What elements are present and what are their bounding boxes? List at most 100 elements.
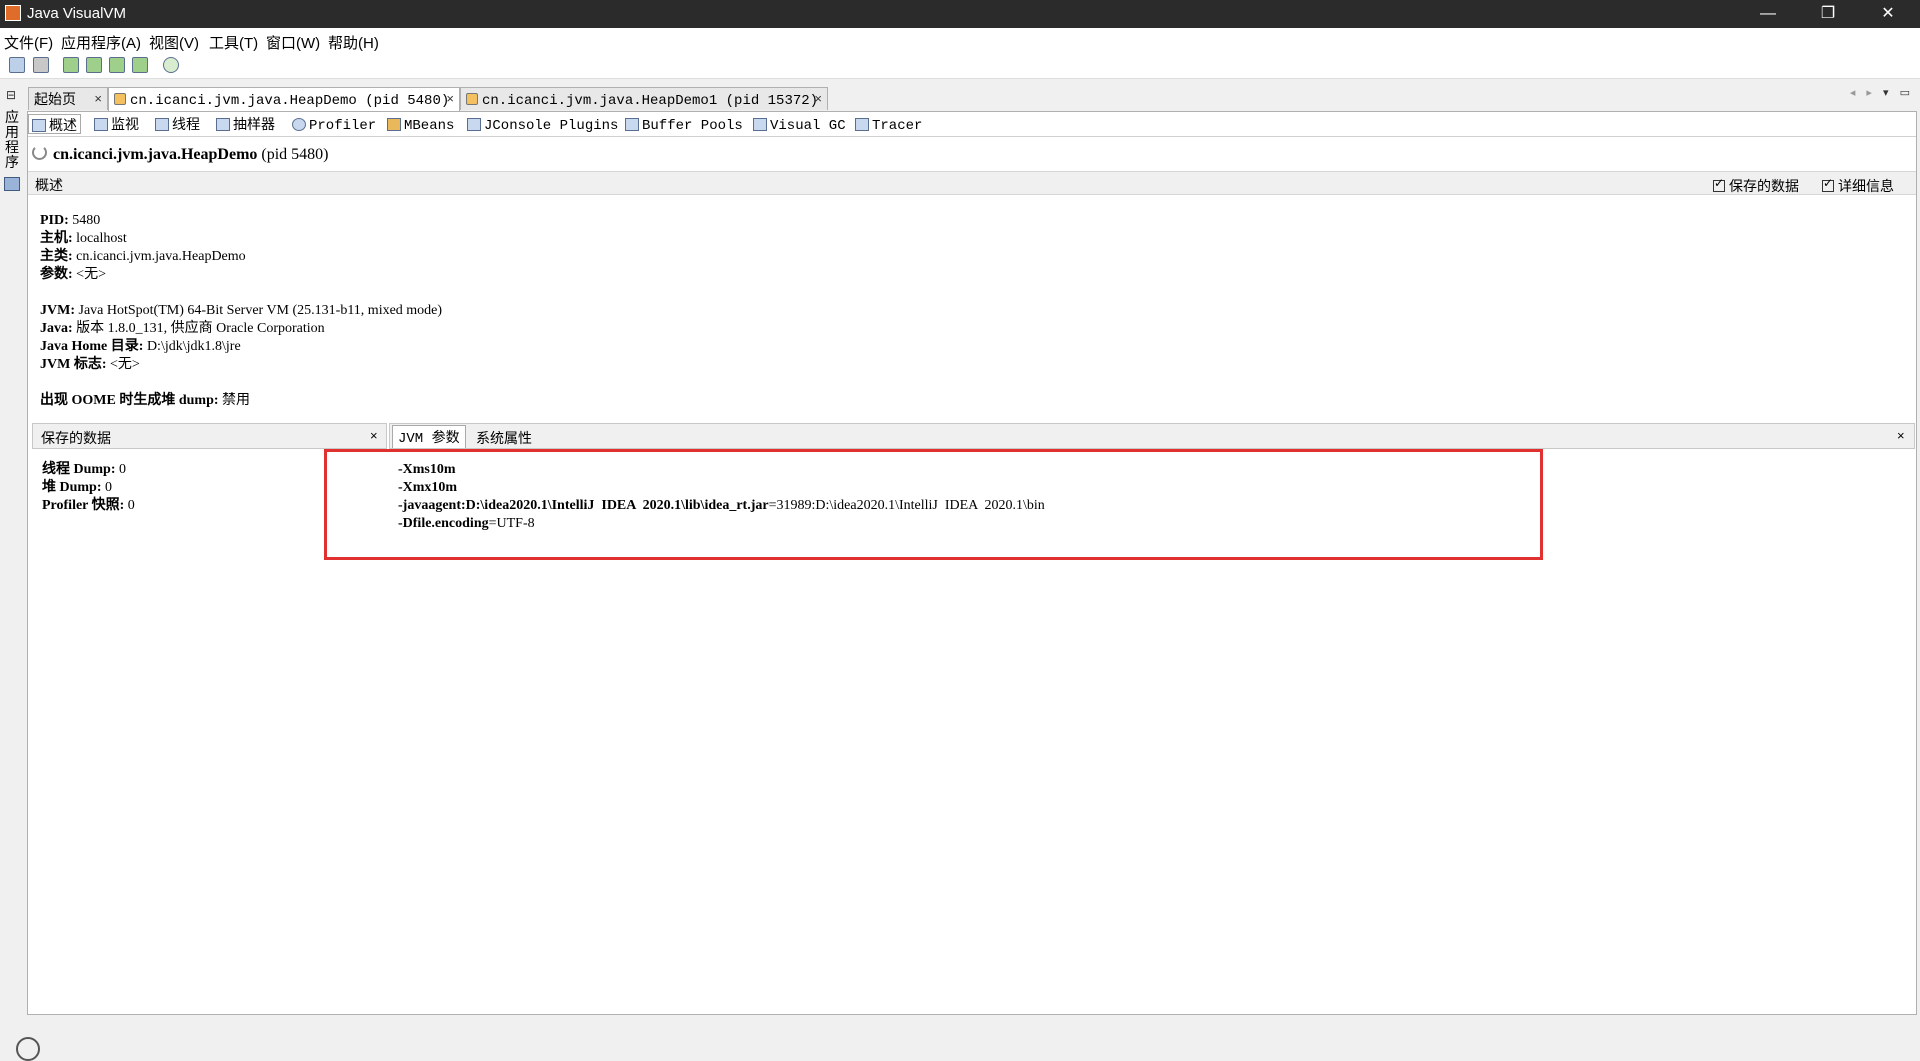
- tracer-icon: [855, 118, 869, 131]
- info-key: JVM:: [40, 303, 75, 318]
- info-arguments: 参数: <无>: [40, 266, 106, 284]
- add-jmx-connection-icon[interactable]: [63, 57, 79, 73]
- tab-visual-gc[interactable]: Visual GC: [753, 114, 846, 134]
- menu-applications[interactable]: 应用程序(A): [61, 32, 141, 53]
- monitor-icon: [94, 118, 108, 131]
- info-jvm-flags: JVM 标志: <无>: [40, 356, 140, 374]
- java-app-icon: [466, 93, 478, 105]
- app-icon: [5, 5, 21, 21]
- tab-heapdemo[interactable]: cn.icanci.jvm.java.HeapDemo (pid 5480) ×: [108, 87, 460, 111]
- tab-sampler[interactable]: 抽样器: [216, 114, 275, 134]
- tab-list-icon[interactable]: ▾: [1883, 87, 1889, 99]
- mbeans-icon: [387, 118, 401, 131]
- sidebar-applications-tab[interactable]: 应用程序: [4, 110, 20, 170]
- checkbox-check-icon: [1822, 176, 1834, 192]
- window-title: Java VisualVM: [27, 5, 126, 22]
- scroll-left-icon[interactable]: ◂: [1850, 87, 1856, 99]
- item-key: Profiler 快照:: [42, 498, 125, 513]
- info-value: Java HotSpot(TM) 64-Bit Server VM (25.13…: [75, 303, 443, 318]
- tab-label: 线程: [172, 116, 200, 132]
- tab-label: 监视: [111, 116, 139, 132]
- close-icon[interactable]: ×: [370, 428, 378, 443]
- overview-icon: [32, 119, 46, 132]
- view-tabs: 概述 监视 线程 抽样器 Profiler MBeans JConsole Pl…: [28, 112, 1916, 137]
- take-snapshot-icon[interactable]: [163, 57, 179, 73]
- title-bar: Java VisualVM — ❐ ✕: [0, 0, 1920, 28]
- minimize-button[interactable]: —: [1740, 0, 1796, 28]
- tab-monitor[interactable]: 监视: [94, 114, 139, 134]
- info-key: Java Home 目录:: [40, 339, 144, 354]
- info-key: 主机:: [40, 231, 73, 246]
- tab-system-properties[interactable]: 系统属性: [476, 428, 532, 448]
- close-icon[interactable]: ×: [1897, 428, 1905, 443]
- info-key: Java:: [40, 321, 73, 336]
- tab-tracer[interactable]: Tracer: [855, 114, 922, 134]
- close-icon[interactable]: ×: [446, 88, 454, 110]
- tab-label: Tracer: [872, 118, 923, 134]
- maximize-icon[interactable]: ▭: [1900, 87, 1910, 99]
- menu-help[interactable]: 帮助(H): [328, 32, 379, 53]
- tab-profiler[interactable]: Profiler: [292, 114, 376, 134]
- close-button[interactable]: ✕: [1860, 0, 1916, 28]
- info-oome-heap-dump: 出现 OOME 时生成堆 dump: 禁用: [40, 392, 250, 410]
- info-value: <无>: [72, 267, 106, 282]
- tab-label: Visual GC: [770, 118, 846, 134]
- main-class-name: cn.icanci.jvm.java.HeapDemo: [53, 146, 258, 163]
- load-snapshot-icon[interactable]: [9, 57, 25, 73]
- close-icon[interactable]: ×: [94, 88, 102, 110]
- info-java: Java: 版本 1.8.0_131, 供应商 Oracle Corporati…: [40, 320, 325, 338]
- overview-section-bar: 概述 保存的数据 详细信息: [28, 171, 1916, 195]
- tab-buffer-pools[interactable]: Buffer Pools: [625, 114, 743, 134]
- info-value: <无>: [106, 357, 140, 372]
- info-key: 主类:: [40, 249, 73, 264]
- menu-tools[interactable]: 工具(T): [209, 32, 258, 53]
- main-content: 概述 监视 线程 抽样器 Profiler MBeans JConsole Pl…: [27, 111, 1917, 1015]
- details-checkbox[interactable]: 详细信息: [1822, 176, 1894, 196]
- tab-overview[interactable]: 概述: [28, 114, 81, 134]
- info-value: 禁用: [218, 393, 251, 408]
- tab-label: cn.icanci.jvm.java.HeapDemo1 (pid 15372): [482, 93, 819, 109]
- highlight-box: [324, 449, 1543, 560]
- add-snapshot-icon[interactable]: [132, 57, 148, 73]
- info-value: D:\jdk\jdk1.8\jre: [143, 339, 241, 354]
- close-icon[interactable]: ×: [814, 88, 822, 110]
- menu-view[interactable]: 视图(V): [149, 32, 199, 53]
- tab-label: cn.icanci.jvm.java.HeapDemo (pid 5480): [130, 93, 450, 109]
- item-value: 0: [115, 462, 127, 477]
- toolbar: [0, 52, 1920, 79]
- tab-label: 抽样器: [233, 116, 275, 132]
- buffer-pools-icon: [625, 118, 639, 131]
- jvm-panel-header: JVM 参数 系统属性 ×: [389, 423, 1915, 449]
- info-pid: PID: 5480: [40, 212, 100, 230]
- info-java-home: Java Home 目录: D:\jdk\jdk1.8\jre: [40, 338, 241, 356]
- tab-jconsole-plugins[interactable]: JConsole Plugins: [467, 114, 618, 134]
- saved-data-checkbox[interactable]: 保存的数据: [1713, 176, 1799, 196]
- tab-threads[interactable]: 线程: [155, 114, 200, 134]
- tab-mbeans[interactable]: MBeans: [387, 114, 454, 134]
- status-bar: [0, 1015, 1920, 1061]
- applications-icon[interactable]: [4, 177, 20, 191]
- save-icon[interactable]: [33, 57, 49, 73]
- info-jvm: JVM: Java HotSpot(TM) 64-Bit Server VM (…: [40, 302, 442, 320]
- tab-jvm-arguments[interactable]: JVM 参数: [392, 425, 466, 448]
- menu-file[interactable]: 文件(F): [4, 32, 53, 53]
- tab-start-page[interactable]: 起始页 ×: [28, 87, 108, 110]
- list-item: 线程 Dump: 0: [42, 461, 135, 479]
- scroll-right-icon[interactable]: ▸: [1866, 87, 1872, 99]
- saved-data-list: 线程 Dump: 0 堆 Dump: 0 Profiler 快照: 0: [42, 461, 135, 515]
- restore-button[interactable]: ❐: [1800, 0, 1856, 28]
- tab-label: JConsole Plugins: [484, 118, 619, 134]
- info-main-class: 主类: cn.icanci.jvm.java.HeapDemo: [40, 248, 246, 266]
- tab-navigation: ◂ ▸ ▾ ▭: [1850, 86, 1910, 99]
- add-core-dump-icon[interactable]: [109, 57, 125, 73]
- menu-window[interactable]: 窗口(W): [266, 32, 320, 53]
- saved-data-title: 保存的数据: [41, 430, 111, 446]
- tab-label: 概述: [49, 117, 77, 133]
- tab-heapdemo1[interactable]: cn.icanci.jvm.java.HeapDemo1 (pid 15372)…: [460, 87, 828, 110]
- add-remote-host-icon[interactable]: [86, 57, 102, 73]
- item-key: 线程 Dump:: [42, 462, 116, 477]
- pin-icon[interactable]: ⊟: [6, 88, 16, 102]
- info-key: 出现 OOME 时生成堆 dump:: [40, 393, 219, 408]
- tab-label: 起始页: [34, 91, 76, 107]
- tab-label: Profiler: [309, 118, 377, 134]
